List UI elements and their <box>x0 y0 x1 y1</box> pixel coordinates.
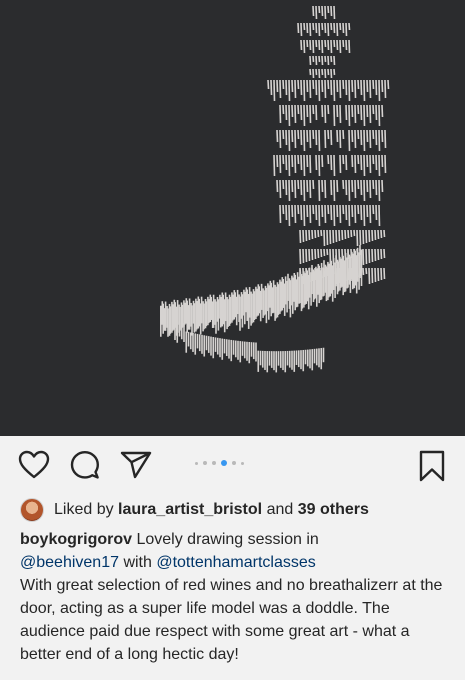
likes-connector: and <box>266 501 294 518</box>
caption-username[interactable]: boykogrigorov <box>20 531 132 548</box>
heart-icon[interactable] <box>18 450 50 480</box>
carousel-dot <box>203 461 207 465</box>
paper-plane-icon[interactable] <box>120 450 152 480</box>
likes-text[interactable]: Liked by laura_artist_bristol and 39 oth… <box>54 501 369 519</box>
carousel-dot <box>195 461 198 465</box>
carousel-dot <box>232 461 236 465</box>
comment-icon[interactable] <box>70 450 100 480</box>
caption-mention[interactable]: @beehiven17 <box>20 554 119 571</box>
bookmark-icon[interactable] <box>418 450 446 482</box>
carousel-dot-active <box>221 460 227 466</box>
likes-prefix: Liked by <box>54 501 114 518</box>
carousel-dot <box>241 461 244 465</box>
caption-text: Lovely drawing session in <box>136 531 319 548</box>
likes-others[interactable]: 39 others <box>298 501 369 518</box>
liked-by-username[interactable]: laura_artist_bristol <box>118 501 262 518</box>
avatar[interactable] <box>20 498 44 522</box>
caption-body: With great selection of red wines and no… <box>20 577 443 663</box>
figure-drawing-artwork <box>160 5 390 373</box>
carousel-dot <box>212 461 216 465</box>
caption-mention[interactable]: @tottenhamartclasses <box>156 554 315 571</box>
likes-row: Liked by laura_artist_bristol and 39 oth… <box>20 498 369 522</box>
post-image[interactable] <box>0 0 465 436</box>
caption-text: with <box>123 554 152 571</box>
carousel-indicator <box>195 458 244 468</box>
caption: boykogrigorov Lovely drawing session in … <box>20 528 450 666</box>
